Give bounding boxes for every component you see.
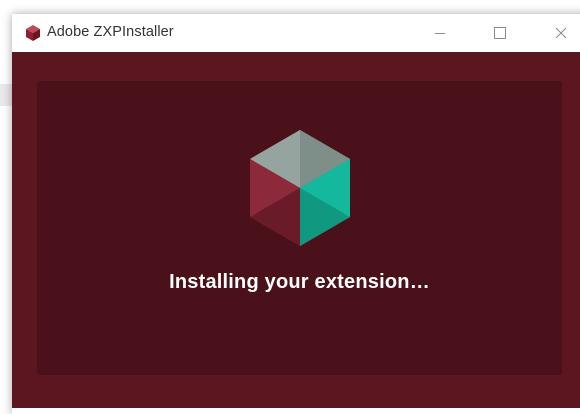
status-panel: Installing your extension… xyxy=(37,81,562,375)
desktop-background xyxy=(0,84,12,106)
title-bar[interactable]: Adobe ZXPInstaller xyxy=(12,14,580,52)
app-window: Adobe ZXPInstaller Installing your exten… xyxy=(12,14,580,414)
minimize-button[interactable] xyxy=(417,14,463,52)
close-button[interactable] xyxy=(538,14,580,52)
zxp-cube-icon xyxy=(26,25,40,41)
window-title: Adobe ZXPInstaller xyxy=(47,24,174,40)
installer-content: Installing your extension… xyxy=(12,52,580,408)
close-icon xyxy=(555,27,567,39)
maximize-button[interactable] xyxy=(477,14,523,52)
minimize-icon xyxy=(435,33,445,34)
zxp-cube-logo xyxy=(250,130,350,246)
maximize-icon xyxy=(494,27,506,39)
installing-status-text: Installing your extension… xyxy=(169,271,430,293)
